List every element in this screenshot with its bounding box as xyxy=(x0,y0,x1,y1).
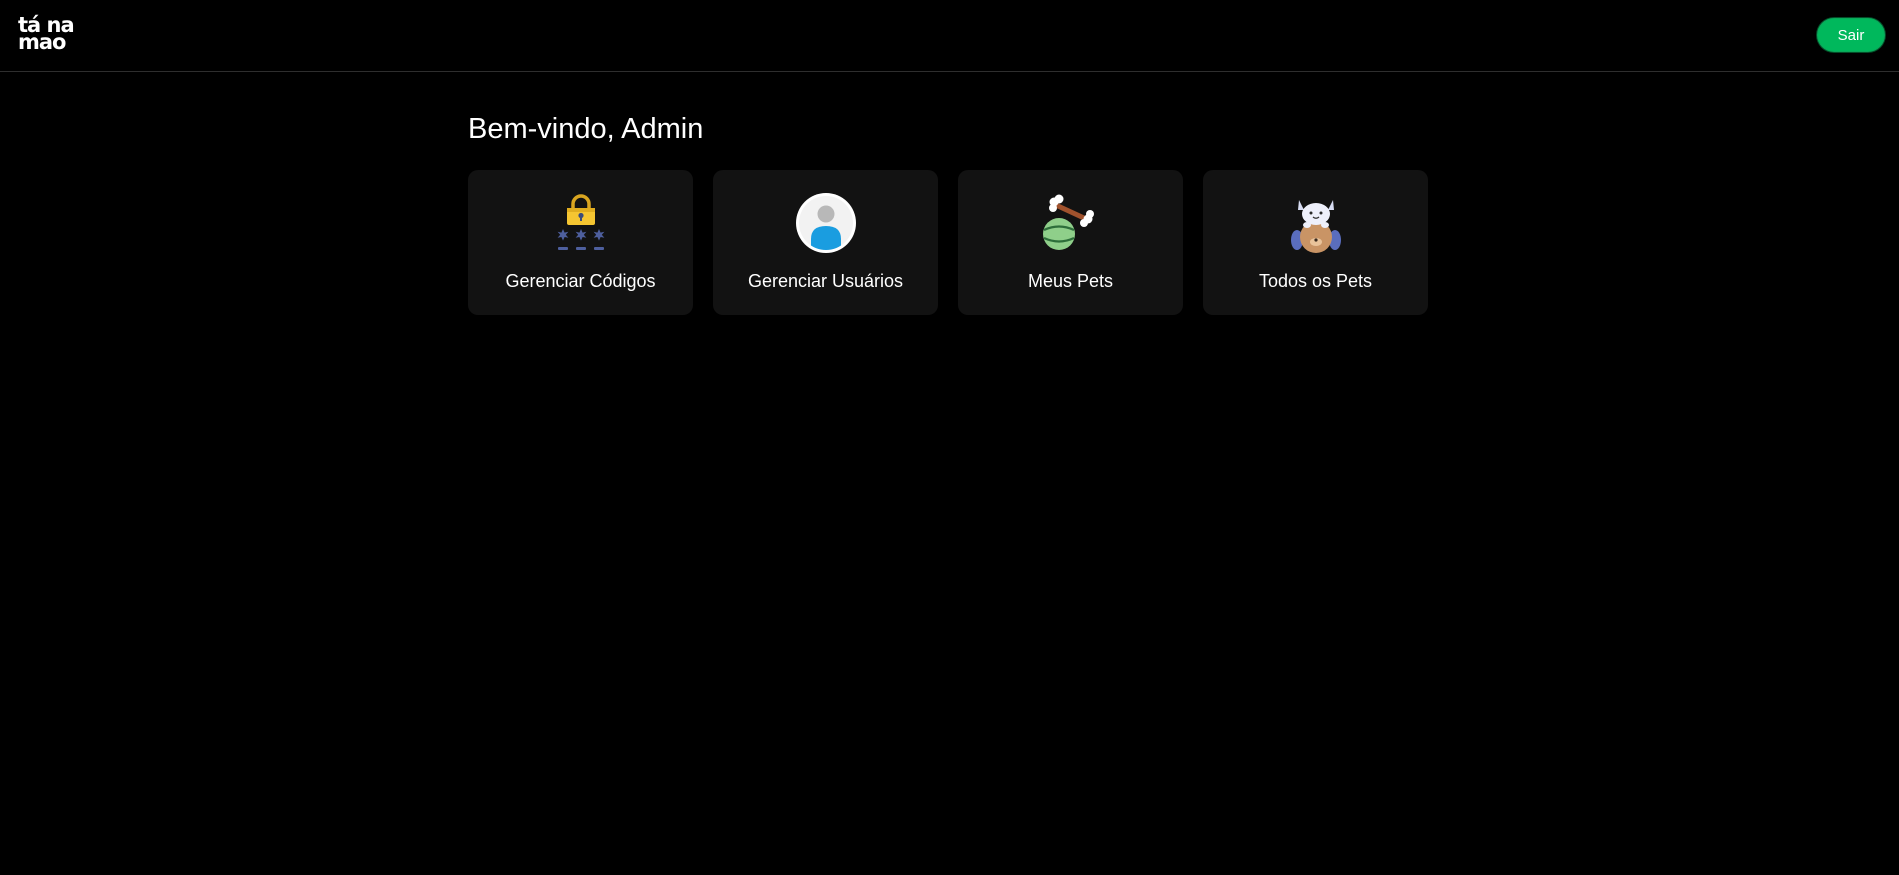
logout-button[interactable]: Sair xyxy=(1817,18,1885,52)
cat-dog-icon xyxy=(1291,200,1341,253)
pet-toys-icon xyxy=(1043,194,1094,250)
page-title: Bem-vindo, Admin xyxy=(468,113,704,145)
card-my-pets[interactable]: Meus Pets xyxy=(958,170,1183,315)
lock-password-icon xyxy=(557,194,605,250)
card-label: Todos os Pets xyxy=(1258,271,1373,291)
card-label: Meus Pets xyxy=(1027,271,1114,291)
top-bar: tá na mao Sair xyxy=(0,0,1899,72)
card-label: Gerenciar Usuários xyxy=(747,271,904,291)
card-all-pets[interactable]: Todos os Pets xyxy=(1203,170,1428,315)
main-content: Bem-vindo, Admin Gerenciar Códigos Geren… xyxy=(468,110,1428,315)
user-avatar-icon xyxy=(796,193,856,253)
card-label: Gerenciar Códigos xyxy=(505,271,656,291)
dashboard-cards: Gerenciar Códigos Gerenciar Usuários Meu… xyxy=(468,170,1428,315)
card-manage-codes[interactable]: Gerenciar Códigos xyxy=(468,170,693,315)
card-manage-users[interactable]: Gerenciar Usuários xyxy=(713,170,938,315)
app-logo[interactable]: tá na mao xyxy=(18,15,75,53)
